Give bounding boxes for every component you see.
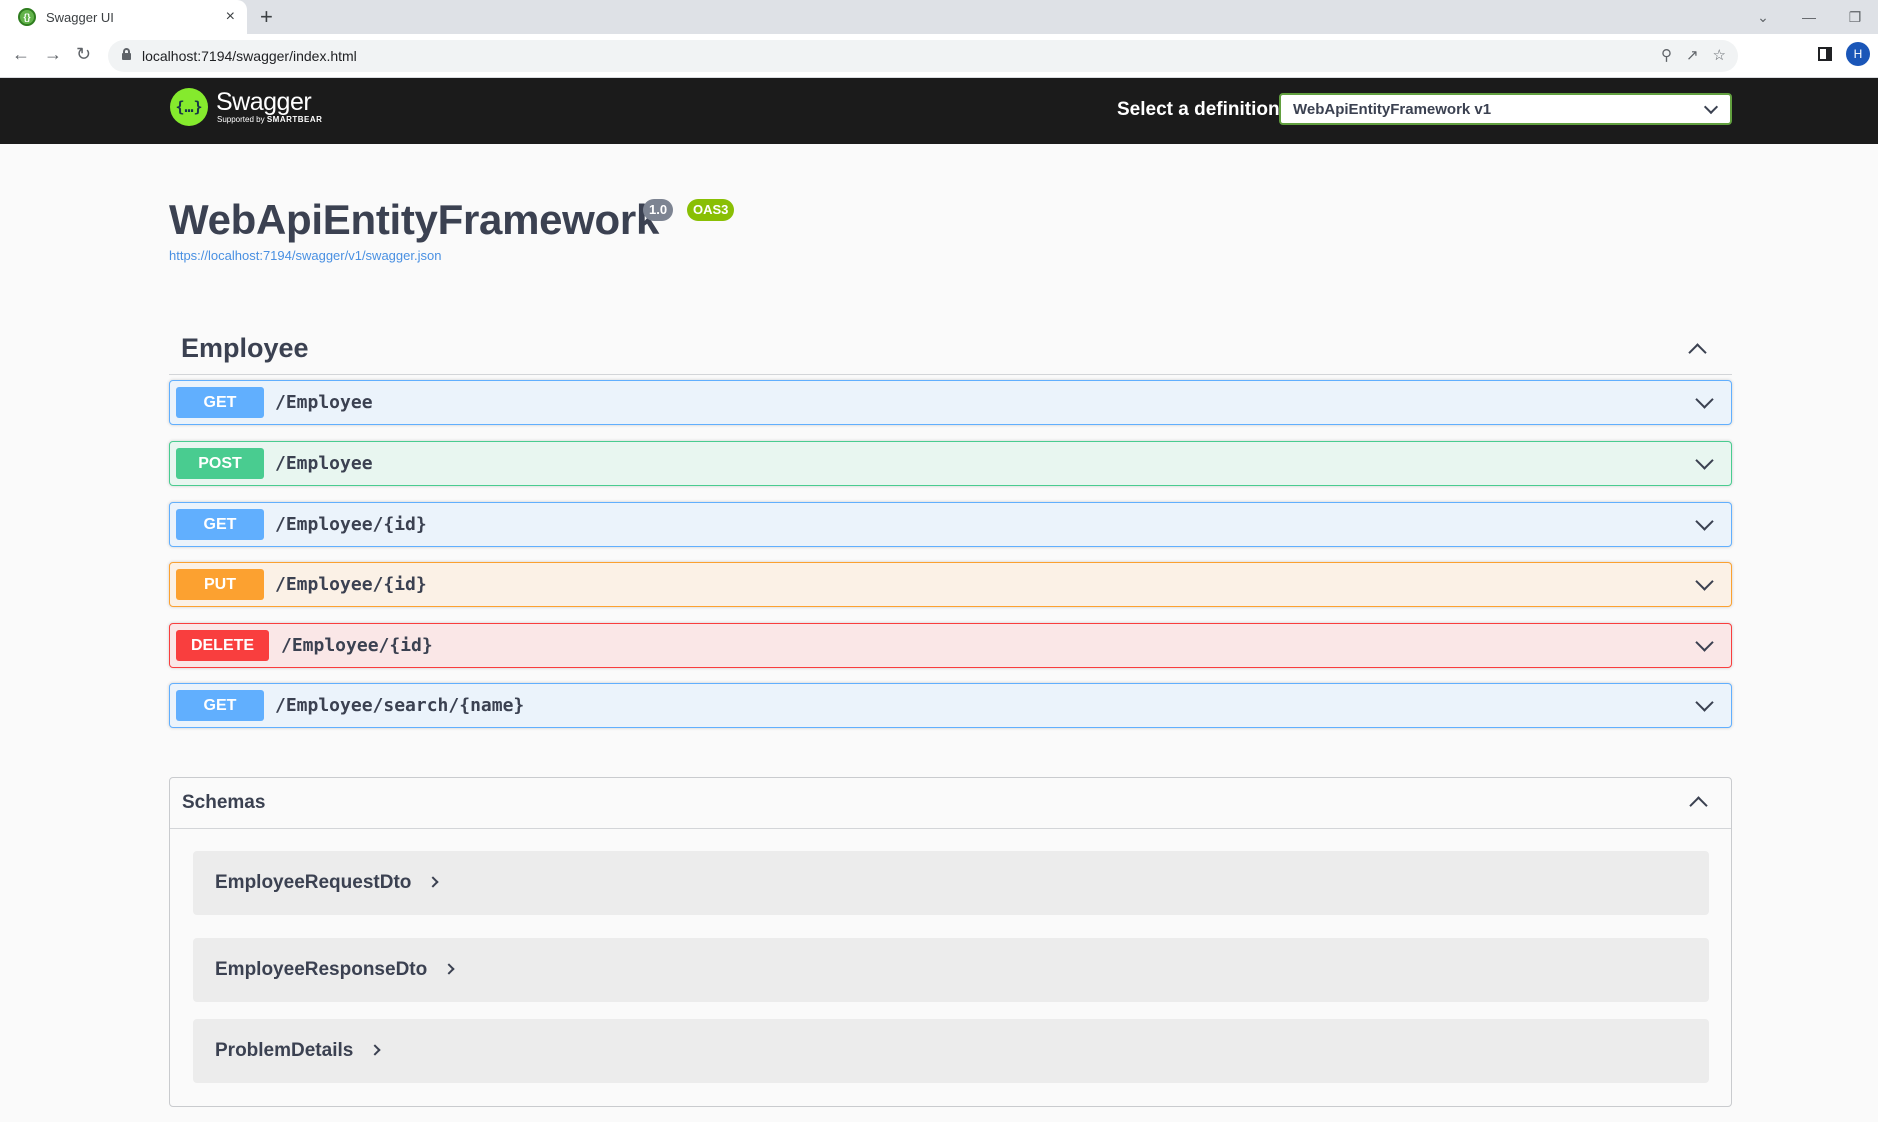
schemas-header[interactable]: Schemas [170, 778, 1731, 829]
operation-put-employee-id[interactable]: PUT /Employee/{id} [169, 562, 1732, 607]
definition-label: Select a definition [1117, 99, 1280, 120]
swagger-logo-icon: {…} [170, 88, 208, 126]
swagger-topbar: {…} Swagger Supported by SMARTBEAR Selec… [0, 78, 1878, 144]
tag-section-employee[interactable]: Employee [169, 325, 1732, 375]
browser-tab[interactable]: {} Swagger UI × [0, 0, 247, 34]
forward-arrow-icon[interactable]: → [44, 44, 62, 65]
schema-model[interactable]: EmployeeRequestDto [193, 851, 1709, 915]
tab-search-icon[interactable]: ⌄ [1740, 9, 1786, 26]
method-badge: GET [176, 690, 264, 721]
schema-model-name[interactable]: EmployeeResponseDto [215, 959, 455, 981]
definition-select-value: WebApiEntityFramework v1 [1293, 101, 1492, 118]
operation-path: /Employee/{id} [275, 574, 427, 595]
chevron-down-icon[interactable] [1695, 693, 1714, 712]
operation-post-employee[interactable]: POST /Employee [169, 441, 1732, 486]
profile-avatar[interactable]: H [1846, 42, 1870, 66]
method-badge: PUT [176, 569, 264, 600]
minimize-button[interactable]: — [1786, 9, 1832, 25]
logo-subtitle: Supported by SMARTBEAR [217, 115, 323, 124]
side-panel-icon[interactable] [1818, 47, 1832, 61]
schemas-section: Schemas EmployeeRequestDto EmployeeRespo… [169, 777, 1732, 1107]
window-controls: ⌄ — ❐ [1740, 0, 1878, 34]
share-icon[interactable]: ↗ [1686, 46, 1699, 64]
swagger-favicon-icon: {} [18, 8, 36, 26]
zoom-icon[interactable]: ⚲ [1661, 46, 1672, 64]
chevron-down-icon[interactable] [1695, 390, 1714, 409]
schema-model-name[interactable]: EmployeeRequestDto [215, 872, 440, 894]
chevron-right-icon[interactable] [369, 1044, 381, 1056]
operation-path: /Employee [275, 392, 373, 413]
method-badge: POST [176, 448, 264, 479]
chevron-down-icon[interactable] [1695, 512, 1714, 531]
url-omnibox[interactable]: localhost:7194/swagger/index.html ⚲ ↗ ☆ [108, 40, 1738, 72]
operation-path: /Employee/{id} [275, 514, 427, 535]
swagger-logo[interactable]: {…} Swagger Supported by SMARTBEAR [170, 88, 322, 126]
method-badge: DELETE [176, 630, 269, 661]
version-badge: 1.0 [643, 199, 674, 221]
chevron-right-icon[interactable] [443, 963, 455, 975]
schema-model-name[interactable]: ProblemDetails [215, 1040, 381, 1062]
chevron-down-icon[interactable] [1695, 572, 1714, 591]
chevron-right-icon[interactable] [427, 876, 440, 888]
schemas-title: Schemas [182, 792, 266, 813]
restore-button[interactable]: ❐ [1832, 9, 1878, 26]
operation-delete-employee-id[interactable]: DELETE /Employee/{id} [169, 623, 1732, 668]
method-badge: GET [176, 387, 264, 418]
back-arrow-icon[interactable]: ← [12, 44, 30, 65]
browser-tabstrip: {} Swagger UI × + ⌄ — ❐ [0, 0, 1878, 34]
operation-get-employee-id[interactable]: GET /Employee/{id} [169, 502, 1732, 547]
operation-path: /Employee/search/{name} [275, 695, 525, 716]
page-title: WebApiEntityFramework [169, 196, 660, 243]
chevron-up-icon[interactable] [1689, 796, 1708, 815]
operation-path: /Employee [275, 453, 373, 474]
bookmark-star-icon[interactable]: ☆ [1713, 46, 1726, 64]
oas-badge: OAS3 [687, 199, 735, 221]
lock-icon[interactable] [122, 48, 131, 60]
logo-name: Swagger [216, 88, 312, 116]
chevron-down-icon [1703, 99, 1719, 115]
reload-icon[interactable]: ↻ [76, 44, 91, 65]
definition-select[interactable]: WebApiEntityFramework v1 [1279, 93, 1732, 125]
schema-model[interactable]: EmployeeResponseDto [193, 938, 1709, 1002]
chevron-down-icon[interactable] [1695, 451, 1714, 470]
new-tab-button[interactable]: + [260, 4, 273, 30]
tag-name: Employee [181, 333, 309, 363]
operation-path: /Employee/{id} [281, 635, 433, 656]
method-badge: GET [176, 509, 264, 540]
tab-close-icon[interactable]: × [226, 8, 235, 26]
url-text[interactable]: localhost:7194/swagger/index.html [142, 48, 357, 64]
address-bar: ← → ↻ localhost:7194/swagger/index.html … [0, 34, 1878, 78]
operation-get-employee-search[interactable]: GET /Employee/search/{name} [169, 683, 1732, 728]
chevron-up-icon[interactable] [1688, 343, 1707, 362]
operation-get-employee[interactable]: GET /Employee [169, 380, 1732, 425]
schema-model[interactable]: ProblemDetails [193, 1019, 1709, 1083]
chevron-down-icon[interactable] [1695, 633, 1714, 652]
spec-json-link[interactable]: https://localhost:7194/swagger/v1/swagge… [169, 248, 441, 263]
tab-title: Swagger UI [46, 9, 114, 25]
